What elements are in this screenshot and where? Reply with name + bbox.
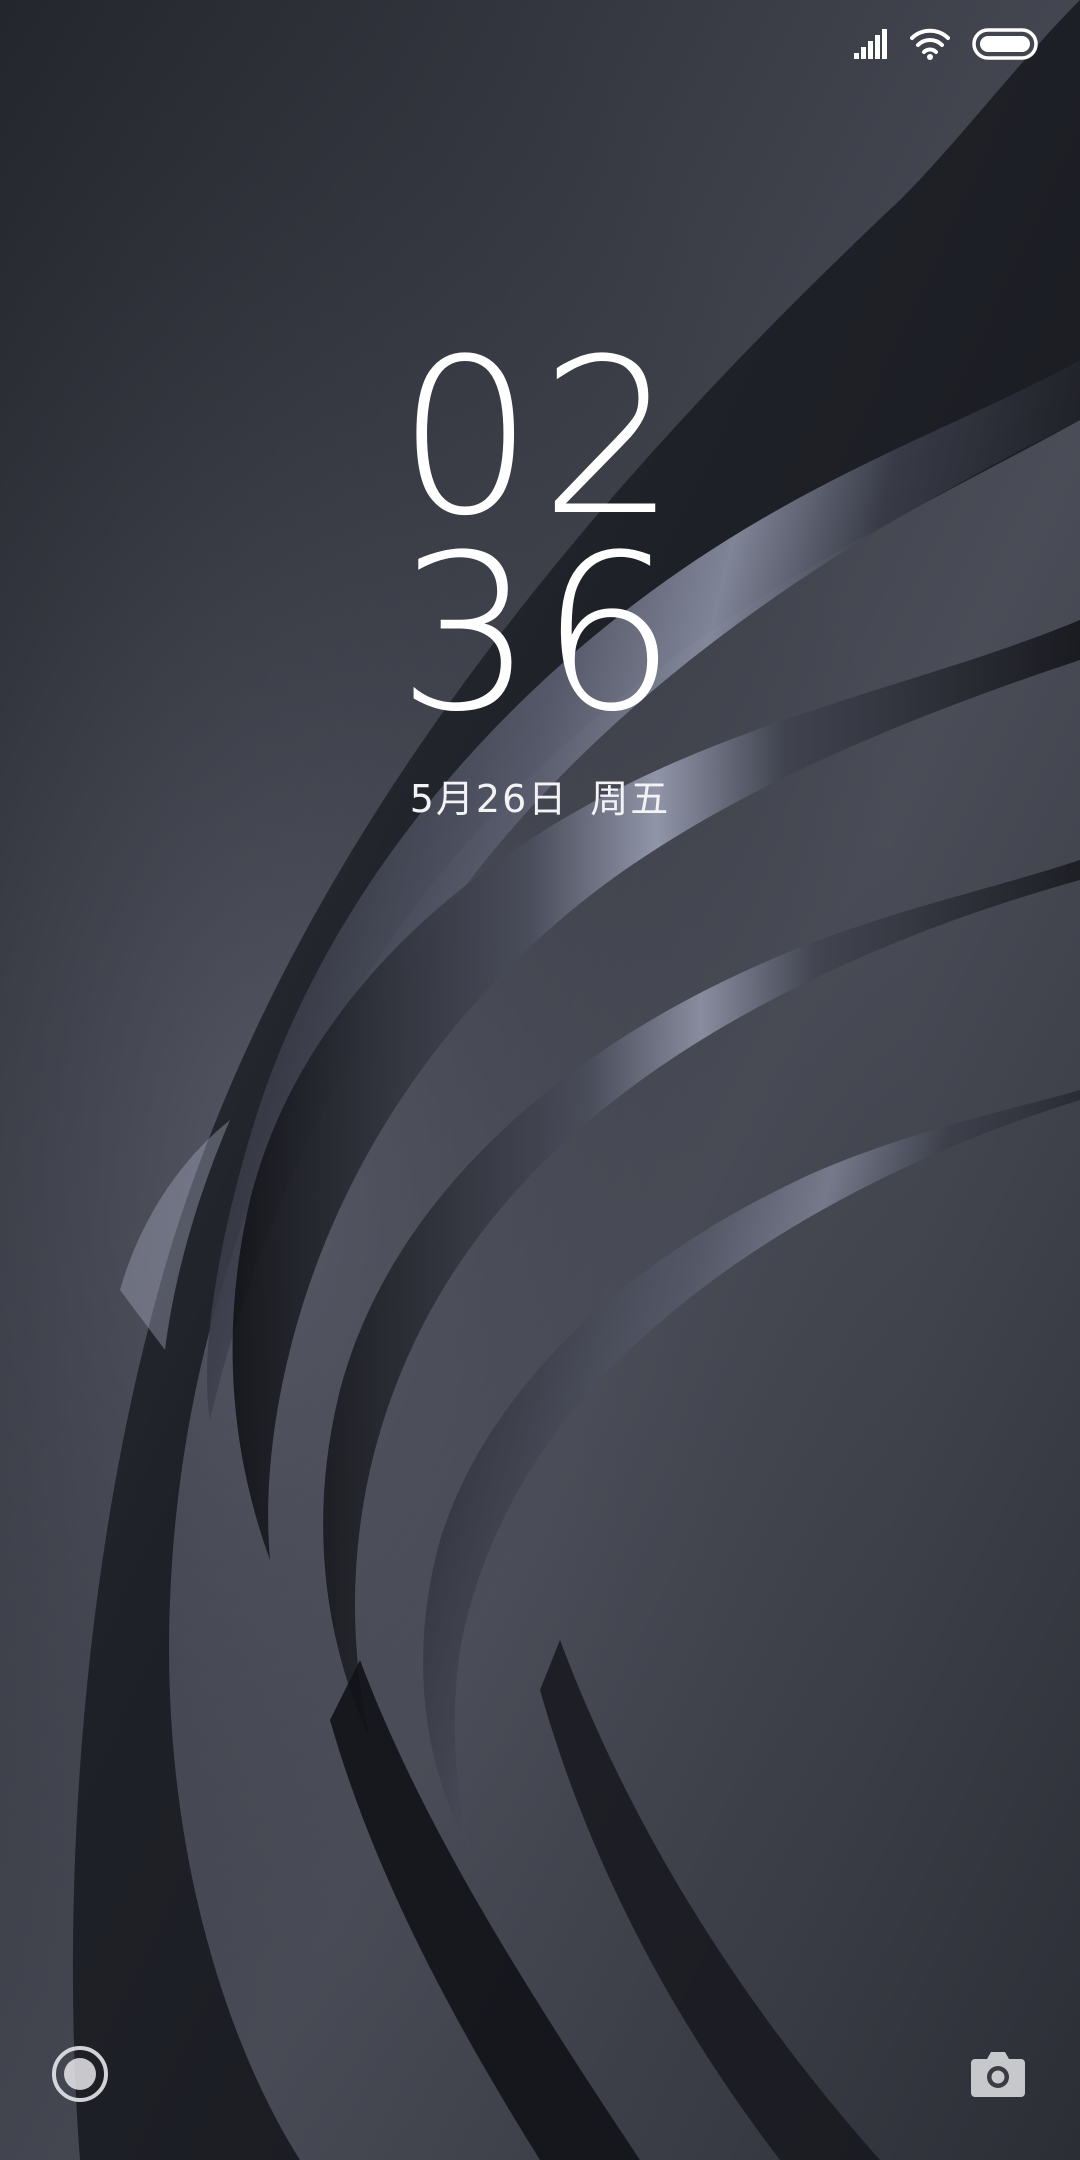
lock-clock: 02 36 bbox=[0, 312, 1080, 759]
camera-icon bbox=[969, 2049, 1027, 2103]
status-bar bbox=[854, 22, 1038, 66]
date-day: 5月26日 bbox=[409, 777, 569, 821]
lock-date: 5月26日 周五 bbox=[0, 768, 1080, 823]
voice-assistant-icon bbox=[50, 2044, 110, 2108]
clock-minute: 36 bbox=[397, 508, 683, 759]
cellular-signal-icon bbox=[854, 29, 888, 59]
battery-icon bbox=[972, 28, 1038, 60]
camera-shortcut[interactable] bbox=[958, 2036, 1038, 2116]
date-weekday: 周五 bbox=[590, 777, 671, 821]
clock-hour: 02 bbox=[397, 312, 683, 563]
lock-screen: 02 36 5月26日 周五 bbox=[0, 0, 1080, 2160]
voice-assistant-shortcut[interactable] bbox=[40, 2036, 120, 2116]
wifi-icon bbox=[910, 28, 950, 60]
